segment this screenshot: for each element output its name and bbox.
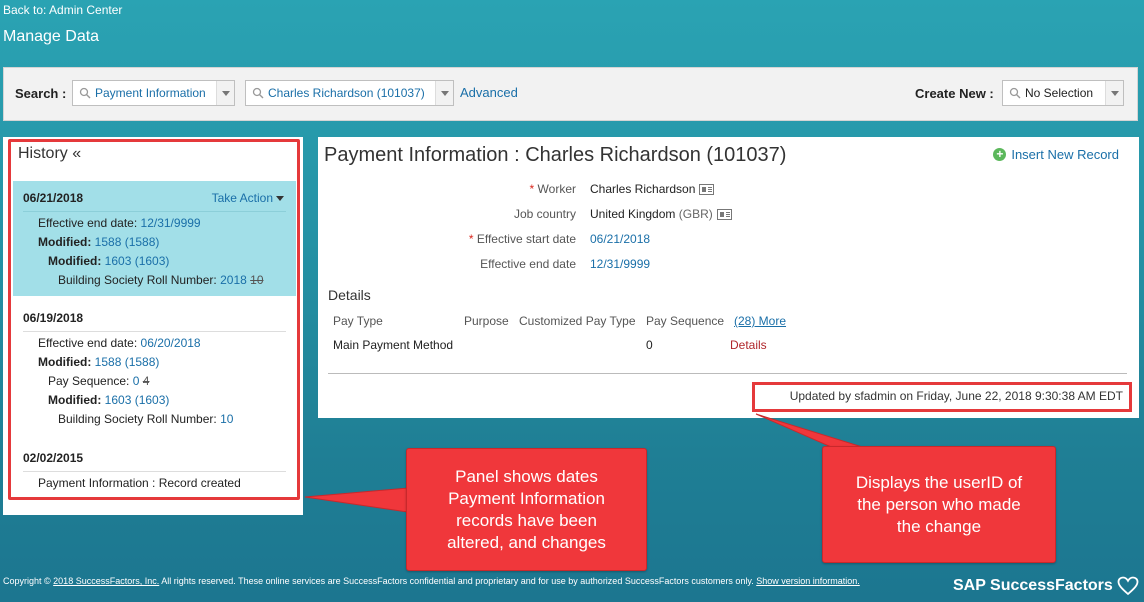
search-icon	[1007, 87, 1023, 99]
divider	[328, 373, 1127, 374]
effective-start-label: * Effective start date	[468, 232, 576, 246]
history-date: 06/19/2018	[23, 311, 84, 325]
advanced-search-link[interactable]: Advanced	[460, 85, 518, 100]
search-label: Search :	[15, 86, 67, 101]
card-icon[interactable]	[699, 183, 715, 195]
create-new-select[interactable]: No Selection	[1002, 80, 1124, 106]
dropdown-arrow-icon[interactable]	[435, 81, 453, 105]
dropdown-arrow-icon[interactable]	[1105, 81, 1123, 105]
worker-value: Charles Richardson	[590, 182, 715, 196]
history-line: Effective end date: 12/31/9999	[38, 216, 201, 230]
record-value: Charles Richardson (101037)	[268, 86, 425, 100]
object-type-value: Payment Information	[95, 86, 206, 100]
history-line: Modified: 1603 (1603)	[48, 254, 170, 268]
effective-end-label: Effective end date	[480, 257, 576, 271]
column-header: Purpose	[464, 314, 509, 328]
details-section-title: Details	[328, 287, 371, 303]
updated-by-text: Updated by sfadmin on Friday, June 22, 2…	[789, 389, 1123, 403]
search-toolbar: Search : Payment Information Charles Ric…	[3, 67, 1138, 121]
history-entry[interactable]: 06/19/2018 Effective end date: 06/20/201…	[13, 311, 296, 429]
job-country-label: Job country	[513, 207, 576, 221]
effective-start-value: 06/21/2018	[590, 232, 651, 246]
history-entry-selected[interactable]: 06/21/2018 Take Action Effective end dat…	[13, 181, 296, 296]
effective-end-value: 12/31/9999	[590, 257, 651, 271]
history-line: Building Society Roll Number: 10	[58, 412, 234, 426]
take-action-menu[interactable]: Take Action	[212, 191, 284, 205]
heart-icon	[1117, 576, 1139, 596]
worker-label: * Worker	[529, 182, 576, 196]
brand-logo: SAP SuccessFactors	[953, 576, 1139, 596]
right-callout-pointer	[755, 413, 873, 451]
effective-start-field: * Effective start date 06/21/2018	[318, 232, 818, 250]
card-icon[interactable]	[716, 208, 732, 220]
column-header: Customized Pay Type	[519, 314, 636, 328]
record-select[interactable]: Charles Richardson (101037)	[245, 80, 454, 106]
job-country-value: United Kingdom (GBR)	[590, 207, 732, 221]
history-line: Modified: 1588 (1588)	[38, 235, 160, 249]
object-type-select[interactable]: Payment Information	[72, 80, 235, 106]
page-title: Manage Data	[3, 28, 100, 45]
history-panel: History « 06/21/2018 Take Action Effecti…	[3, 137, 303, 515]
job-country-field: Job country United Kingdom (GBR)	[318, 207, 818, 225]
record-detail-panel: Payment Information : Charles Richardson…	[318, 137, 1139, 418]
dropdown-arrow-icon[interactable]	[216, 81, 234, 105]
record-title: Payment Information : Charles Richardson…	[324, 144, 787, 166]
caret-down-icon	[276, 196, 284, 202]
history-line: Payment Information : Record created	[38, 476, 241, 490]
history-title[interactable]: History «	[18, 145, 81, 163]
userid-callout: Displays the userID of the person who ma…	[822, 446, 1056, 563]
create-new-label: Create New :	[915, 86, 994, 101]
worker-field: * Worker Charles Richardson	[318, 182, 818, 200]
more-columns-link[interactable]: (28) More	[734, 314, 786, 328]
history-callout: Panel shows dates Payment Information re…	[406, 448, 647, 571]
create-new-value: No Selection	[1025, 86, 1094, 100]
history-entry[interactable]: 02/02/2015 Payment Information : Record …	[13, 451, 296, 493]
details-link[interactable]: Details	[730, 338, 767, 352]
history-line: Modified: 1588 (1588)	[38, 355, 160, 369]
history-line: Pay Sequence: 0 4	[48, 374, 150, 388]
column-header: Pay Sequence	[646, 314, 725, 328]
column-header: Pay Type	[333, 314, 383, 328]
history-line: Building Society Roll Number: 2018 10	[58, 273, 264, 287]
footer-copyright: Copyright © 2018 SuccessFactors, Inc. Al…	[3, 576, 860, 586]
table-cell: 0	[646, 338, 653, 352]
history-line: Modified: 1603 (1603)	[48, 393, 170, 407]
effective-end-field: Effective end date 12/31/9999	[318, 257, 818, 275]
insert-new-record-button[interactable]: + Insert New Record	[993, 147, 1119, 162]
show-version-link[interactable]: Show version information.	[756, 576, 860, 586]
plus-icon: +	[993, 148, 1007, 161]
table-cell: Main Payment Method	[333, 338, 454, 352]
search-icon	[250, 87, 266, 99]
history-line: Effective end date: 06/20/2018	[38, 336, 201, 350]
company-link[interactable]: 2018 SuccessFactors, Inc.	[53, 576, 159, 586]
back-to-admin-center-link[interactable]: Back to: Admin Center	[3, 3, 122, 17]
search-icon	[77, 87, 93, 99]
history-date: 02/02/2015	[23, 451, 84, 465]
left-callout-pointer	[304, 487, 409, 513]
